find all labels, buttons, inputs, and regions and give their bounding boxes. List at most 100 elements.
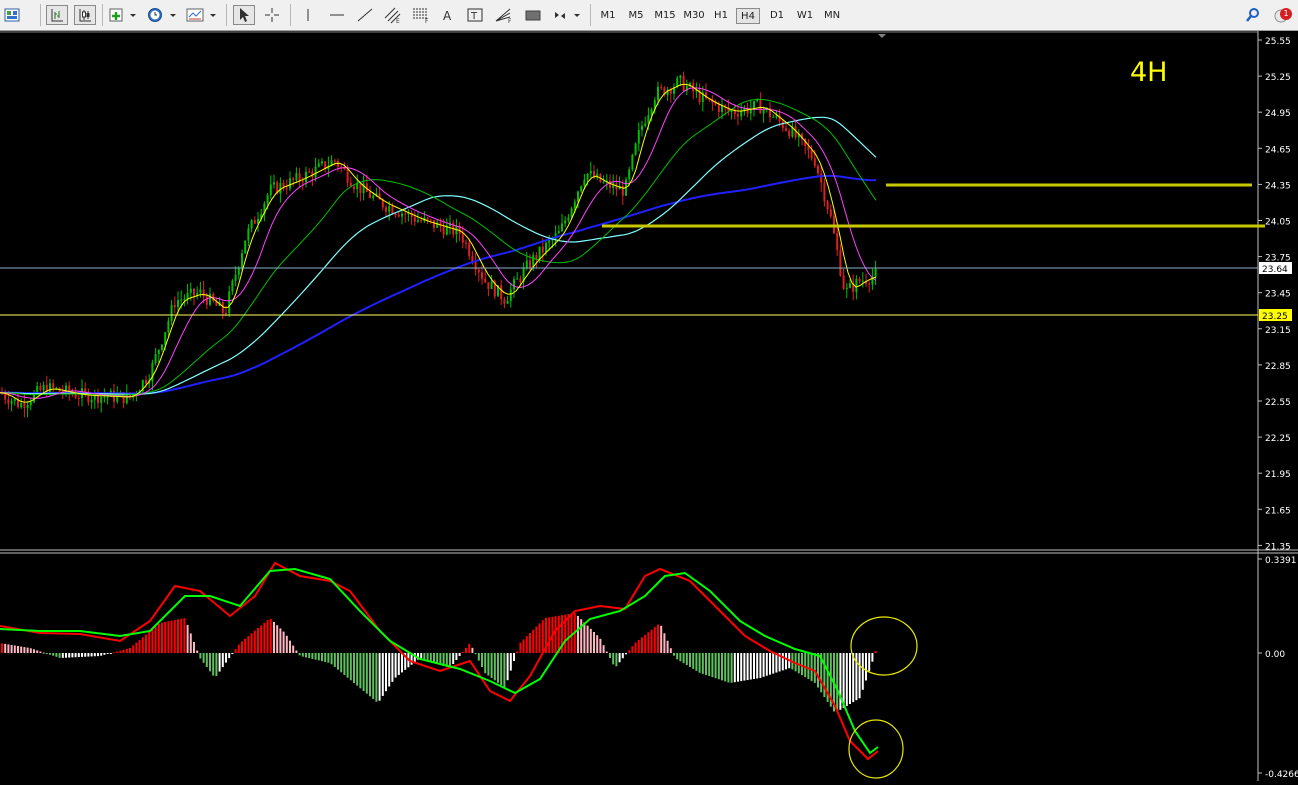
timeframe-h1[interactable]: H1 xyxy=(709,8,733,24)
histogram-bar xyxy=(151,629,154,653)
candle-body xyxy=(244,240,247,254)
histogram-bar xyxy=(647,632,650,653)
candle-body xyxy=(756,99,759,102)
histogram-bar xyxy=(234,649,237,653)
timeframe-m15[interactable]: M15 xyxy=(651,8,679,24)
candle-body xyxy=(157,349,160,355)
histogram-bar xyxy=(39,651,42,653)
histogram-bar xyxy=(433,653,435,663)
histogram-bar xyxy=(529,633,531,653)
histogram-bar xyxy=(244,638,247,653)
histogram-bar xyxy=(746,653,749,681)
candle-body xyxy=(177,300,179,308)
candle-body xyxy=(861,280,864,282)
histogram-bar xyxy=(458,653,461,656)
horizontal-line-icon[interactable] xyxy=(328,5,346,25)
candle-body xyxy=(564,220,567,224)
fibonacci-retracement-icon[interactable]: F xyxy=(411,5,431,25)
histogram-bar xyxy=(349,653,352,681)
histogram-bar xyxy=(455,653,458,660)
chart-canvas[interactable]: 25.5525.2524.9524.6524.3524.0523.7523.45… xyxy=(0,31,1298,781)
timeframe-m1[interactable]: M1 xyxy=(596,8,620,24)
timeframe-m5[interactable]: M5 xyxy=(624,8,648,24)
candlestick-icon[interactable] xyxy=(74,5,96,25)
equidistant-channel-icon[interactable]: E xyxy=(383,5,403,25)
bar-chart-icon[interactable] xyxy=(46,5,68,25)
histogram-bar xyxy=(161,622,163,653)
candle-body xyxy=(836,233,839,251)
histogram-bar xyxy=(522,639,525,653)
search-icon[interactable] xyxy=(1244,5,1262,25)
crosshair-icon[interactable] xyxy=(262,5,282,25)
candle-body xyxy=(346,169,349,183)
histogram-bar xyxy=(484,653,487,674)
histogram-bar xyxy=(10,644,13,653)
timeframe-mn[interactable]: MN xyxy=(819,8,845,24)
candle-body xyxy=(513,279,515,290)
histogram-bar xyxy=(129,648,131,653)
vertical-line-icon[interactable] xyxy=(300,5,316,25)
histogram-bar xyxy=(868,653,871,672)
timeframe-m30[interactable]: M30 xyxy=(680,8,708,24)
candle-body xyxy=(561,223,563,232)
histogram-bar xyxy=(733,653,736,683)
histogram-bar xyxy=(148,632,151,653)
trendline-icon[interactable] xyxy=(356,5,374,25)
histogram-bar xyxy=(317,653,320,661)
toolbar-separator xyxy=(40,4,41,26)
histogram-bar xyxy=(813,653,816,683)
histogram-bar xyxy=(45,653,48,654)
notifications-icon[interactable]: 1 xyxy=(1270,5,1292,25)
candle-body xyxy=(193,288,195,296)
svg-text:E: E xyxy=(396,18,400,24)
main-price-panel[interactable] xyxy=(0,31,1258,550)
toolbar-separator xyxy=(590,4,591,26)
candle-body xyxy=(503,299,506,304)
histogram-bar xyxy=(362,653,365,691)
profiles-icon[interactable] xyxy=(4,5,20,25)
candle-body xyxy=(609,180,611,189)
rectangle-icon[interactable] xyxy=(524,5,542,25)
candle-body xyxy=(164,332,167,345)
histogram-bar xyxy=(125,648,128,653)
timeframe-annotation[interactable]: 4H xyxy=(1130,57,1167,88)
candle-body xyxy=(106,396,109,398)
histogram-bar xyxy=(61,653,64,658)
candle-body xyxy=(183,299,186,301)
text-label-icon[interactable]: T xyxy=(466,5,484,25)
cursor-icon[interactable] xyxy=(233,5,255,25)
fibonacci-fan-icon[interactable]: F xyxy=(494,5,514,25)
candle-body xyxy=(241,253,243,268)
indicator-axis-label: -0.4266 xyxy=(1265,770,1298,780)
histogram-bar xyxy=(215,653,218,677)
histogram-bar xyxy=(42,652,45,654)
candle-body xyxy=(548,240,551,243)
histogram-bar xyxy=(874,651,877,653)
indicators-icon[interactable] xyxy=(186,5,218,25)
candle-body xyxy=(413,217,416,222)
timeframe-h4[interactable]: H4 xyxy=(736,8,760,24)
histogram-bar xyxy=(769,653,771,675)
candle-body xyxy=(394,213,397,215)
histogram-bar xyxy=(641,637,643,653)
indicator-axis-label: 0.3391 xyxy=(1265,556,1297,566)
candle-body xyxy=(266,195,269,204)
candle-body xyxy=(353,186,355,190)
text-icon[interactable]: A xyxy=(440,5,456,25)
histogram-bar xyxy=(708,653,711,677)
histogram-bar xyxy=(685,653,688,666)
new-chart-icon[interactable] xyxy=(108,5,138,25)
histogram-bar xyxy=(273,622,275,653)
highlight-circle-histogram[interactable] xyxy=(850,616,918,676)
candle-body xyxy=(401,213,403,217)
candle-body xyxy=(570,208,573,218)
arrows-icon[interactable] xyxy=(552,5,582,25)
histogram-bar xyxy=(401,653,403,673)
chart-area[interactable]: 25.55 25.25 24.95 24.65 24.35 24.05 23.75 23.45… xyxy=(0,31,1298,781)
candle-body xyxy=(529,260,531,268)
timeframe-w1[interactable]: W1 xyxy=(793,8,817,24)
histogram-bar xyxy=(225,653,227,663)
histogram-bar xyxy=(535,626,538,653)
timeframe-d1[interactable]: D1 xyxy=(765,8,789,24)
clock-icon[interactable] xyxy=(146,5,178,25)
